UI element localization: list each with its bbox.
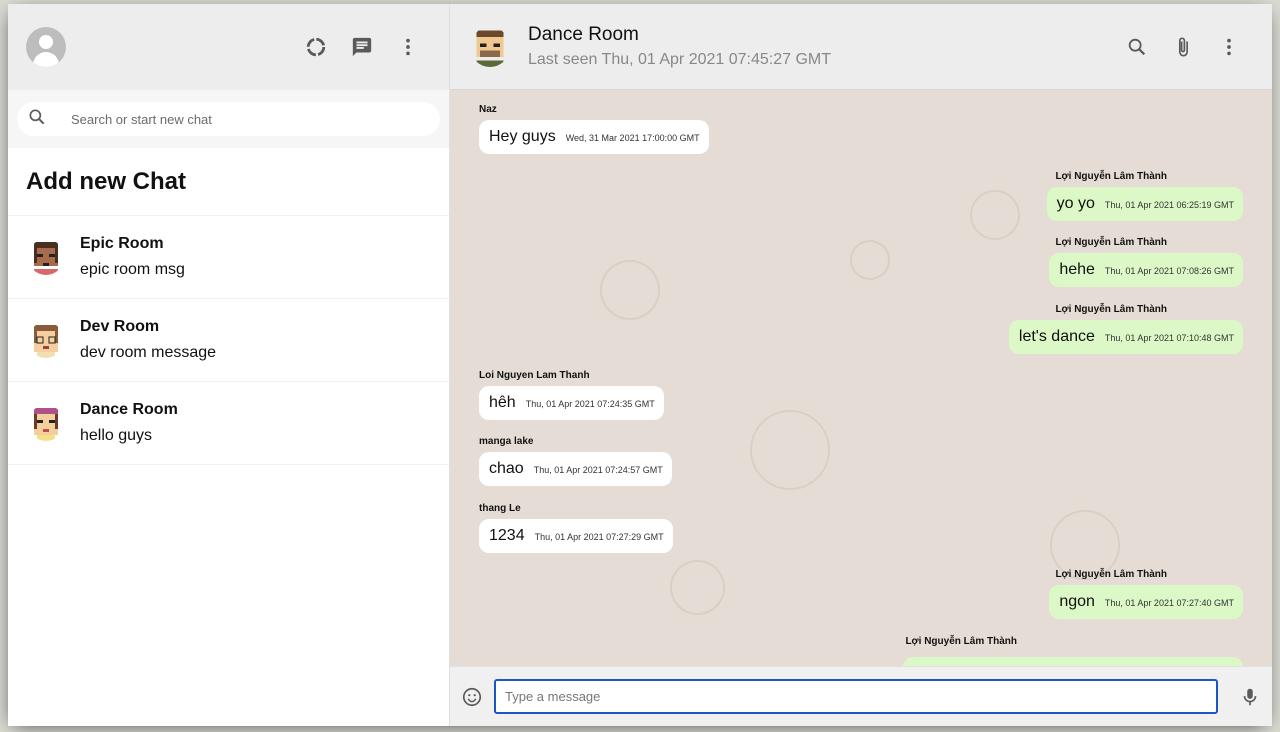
message-sender: manga lake	[479, 436, 534, 447]
message-sender: Loi Nguyen Lam Thanh	[479, 370, 590, 381]
room-avatar	[28, 322, 64, 358]
message-bubble: 1234 Thu, 01 Apr 2021 07:27:29 GMT	[479, 519, 673, 553]
message-time: Thu, 01 Apr 2021 07:24:35 GMT	[525, 399, 655, 409]
message-time: Thu, 01 Apr 2021 06:25:19 GMT	[1104, 200, 1234, 210]
message: Lợi Nguyễn Lâm Thành yo yo Thu, 01 Apr 2…	[1046, 171, 1243, 221]
background-doodle	[850, 240, 890, 280]
chat-last-message: hello guys	[80, 427, 153, 444]
chat-messages[interactable]: Naz Hey guys Wed, 31 Mar 2021 17:00:00 G…	[450, 90, 1272, 666]
sidebar: Add new Chat Epic Room epic room msg	[8, 4, 450, 726]
message: thang Le 1234 Thu, 01 Apr 2021 07:27:29 …	[479, 503, 673, 553]
search-container	[8, 90, 449, 148]
message: Lợi Nguyễn Lâm Thành ngon Thu, 01 Apr 20…	[1049, 569, 1243, 619]
message-sender: Lợi Nguyễn Lâm Thành	[1055, 304, 1167, 315]
message-input[interactable]	[494, 679, 1218, 714]
message-bubble: hehe Thu, 01 Apr 2021 07:08:26 GMT	[1049, 253, 1243, 287]
chat-header: Dance Room Last seen Thu, 01 Apr 2021 07…	[450, 4, 1272, 90]
new-chat-icon[interactable]	[339, 27, 385, 67]
background-doodle	[750, 410, 830, 490]
message: Lợi Nguyễn Lâm Thành	[903, 636, 1243, 666]
chat-last-message: dev room message	[80, 344, 217, 361]
message-text: Hey guys	[489, 128, 556, 145]
message-bubble: yo yo Thu, 01 Apr 2021 06:25:19 GMT	[1046, 187, 1243, 221]
chat-name: Dev Room	[80, 318, 160, 335]
message-time: Thu, 01 Apr 2021 07:27:40 GMT	[1104, 598, 1234, 608]
message-time: Thu, 01 Apr 2021 07:24:57 GMT	[533, 465, 663, 475]
add-new-chat[interactable]: Add new Chat	[8, 148, 449, 216]
message-sender: Lợi Nguyễn Lâm Thành	[905, 636, 1017, 647]
message: Loi Nguyen Lam Thanh hêh Thu, 01 Apr 202…	[479, 370, 664, 420]
message-bubble: ngon Thu, 01 Apr 2021 07:27:40 GMT	[1049, 585, 1243, 619]
message-text: 1234	[489, 527, 525, 544]
last-seen: Last seen Thu, 01 Apr 2021 07:45:27 GMT	[528, 51, 832, 68]
message-sender: Lợi Nguyễn Lâm Thành	[1055, 237, 1167, 248]
message: Lợi Nguyễn Lâm Thành hehe Thu, 01 Apr 20…	[1049, 237, 1243, 287]
message-text: hêh	[489, 394, 516, 411]
chat-name: Epic Room	[80, 235, 164, 252]
message: manga lake chao Thu, 01 Apr 2021 07:24:5…	[479, 436, 672, 486]
message-sender: thang Le	[479, 503, 521, 514]
message-sender: Naz	[479, 104, 497, 115]
message-bubble: Hey guys Wed, 31 Mar 2021 17:00:00 GMT	[479, 120, 709, 154]
search-icon[interactable]	[1114, 27, 1160, 67]
sidebar-chat-epic-room[interactable]: Epic Room epic room msg	[8, 216, 449, 299]
more-vert-icon[interactable]	[1206, 27, 1252, 67]
sidebar-chat-dance-room[interactable]: Dance Room hello guys	[8, 382, 449, 465]
sidebar-chat-dev-room[interactable]: Dev Room dev room message	[8, 299, 449, 382]
background-doodle	[970, 190, 1020, 240]
message-time: Thu, 01 Apr 2021 07:08:26 GMT	[1104, 266, 1234, 276]
chat-name: Dance Room	[80, 401, 178, 418]
search-input[interactable]	[71, 111, 371, 127]
message-text: let's dance	[1018, 328, 1095, 345]
message-time: Thu, 01 Apr 2021 07:27:29 GMT	[534, 532, 664, 542]
message-bubble: hêh Thu, 01 Apr 2021 07:24:35 GMT	[479, 386, 664, 420]
chat-last-message: epic room msg	[80, 261, 185, 278]
user-avatar-icon[interactable]	[26, 27, 66, 67]
room-title: Dance Room	[528, 24, 639, 45]
message-time: Wed, 31 Mar 2021 17:00:00 GMT	[565, 133, 700, 143]
search-icon	[27, 107, 47, 132]
message-sender: Lợi Nguyễn Lâm Thành	[1055, 569, 1167, 580]
message-bubble: let's dance Thu, 01 Apr 2021 07:10:48 GM…	[1008, 320, 1243, 354]
app-window: Add new Chat Epic Room epic room msg	[8, 4, 1272, 726]
more-vert-icon[interactable]	[385, 27, 431, 67]
emoji-icon[interactable]	[460, 677, 484, 717]
message: Lợi Nguyễn Lâm Thành let's dance Thu, 01…	[1008, 304, 1243, 354]
room-avatar	[28, 405, 64, 441]
message-bubble: chao Thu, 01 Apr 2021 07:24:57 GMT	[479, 452, 672, 486]
sidebar-header	[8, 4, 449, 90]
chat-footer	[450, 666, 1272, 726]
message-sender: Lợi Nguyễn Lâm Thành	[1055, 171, 1167, 182]
mic-icon[interactable]	[1238, 677, 1262, 717]
search-box[interactable]	[17, 102, 440, 136]
room-avatar	[28, 239, 64, 275]
room-avatar	[470, 26, 510, 67]
message: Naz Hey guys Wed, 31 Mar 2021 17:00:00 G…	[479, 104, 709, 154]
background-doodle	[600, 260, 660, 320]
chat-panel: Dance Room Last seen Thu, 01 Apr 2021 07…	[450, 4, 1272, 726]
message-time: Thu, 01 Apr 2021 07:10:48 GMT	[1104, 333, 1234, 343]
message-text: hehe	[1059, 261, 1095, 278]
background-doodle	[670, 560, 725, 615]
message-text: chao	[489, 460, 524, 477]
status-icon[interactable]	[293, 27, 339, 67]
add-new-chat-label: Add new Chat	[26, 167, 186, 195]
message-bubble	[903, 657, 1243, 666]
message-text: ngon	[1059, 593, 1095, 610]
message-text: yo yo	[1056, 195, 1095, 212]
attach-icon[interactable]	[1160, 27, 1206, 67]
